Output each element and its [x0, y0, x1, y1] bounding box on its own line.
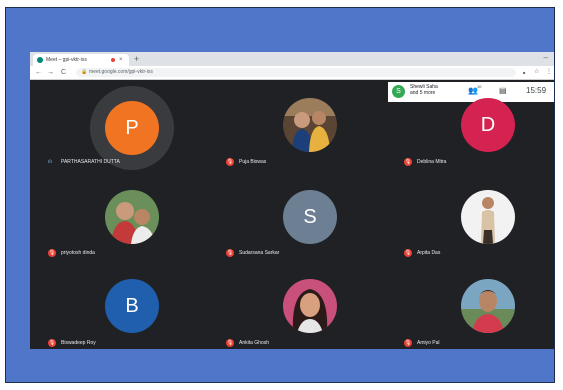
- extension-icon[interactable]: ■: [523, 66, 525, 79]
- address-bar[interactable]: 🔒 meet.google.com/gpi-vktr-ixs: [76, 68, 516, 77]
- participant-name: Amiyo Pal: [417, 340, 440, 346]
- mic-off-icon: 🎙: [226, 158, 234, 166]
- participant-name: Sudarsana Sarkar: [239, 250, 280, 256]
- lock-icon: 🔒: [81, 69, 88, 75]
- mic-off-icon: 🎙: [48, 249, 56, 257]
- mic-off-icon: 🎙: [404, 339, 412, 347]
- chat-icon[interactable]: ▤: [499, 85, 507, 97]
- participant-name: Puja Biswas: [239, 159, 267, 165]
- avatar-ankita-ghosh: [283, 279, 337, 333]
- photo-woman-standing-icon: [461, 190, 515, 244]
- forward-arrow-icon[interactable]: →: [47, 66, 54, 79]
- mic-off-icon: 🎙: [226, 339, 234, 347]
- avatar-puja-biswas: [283, 98, 337, 152]
- star-icon[interactable]: ☆: [534, 66, 539, 79]
- meeting-clock: 15:59: [526, 86, 547, 95]
- presenters-label: Shewli Saha and 5 more: [410, 84, 460, 96]
- participant-name: Deblina Mitra: [417, 159, 447, 165]
- browser-toolbar: ← → C 🔒 meet.google.com/gpi-vktr-ixs ■ ☆…: [30, 66, 554, 80]
- back-arrow-icon[interactable]: ←: [35, 66, 42, 79]
- participant-name: Arpita Das: [417, 250, 441, 256]
- participant-name: priyotosh dinda: [61, 250, 95, 256]
- tab-strip: Meet – gpi-vktr-ixs × + –: [30, 52, 554, 66]
- avatar-biswadeep-roy: B: [105, 279, 159, 333]
- reload-icon[interactable]: C: [61, 66, 66, 79]
- mic-off-icon: 🎙: [48, 339, 56, 347]
- participant-name: Biswadeep Roy: [61, 340, 96, 346]
- new-tab-button[interactable]: +: [134, 52, 139, 66]
- tab-title: Meet – gpi-vktr-ixs: [46, 57, 87, 63]
- url-text: meet.google.com/gpi-vktr-ixs: [89, 69, 153, 75]
- window-minimize-button[interactable]: –: [544, 52, 548, 64]
- meet-top-bar: S Shewli Saha and 5 more 👥 10 ▤ 15:59: [388, 82, 554, 102]
- presenter-avatar: S: [392, 85, 405, 98]
- mic-off-icon: 🎙: [404, 249, 412, 257]
- avatar-sudarsana-sarkar: S: [283, 190, 337, 244]
- participants-count: 10: [477, 84, 482, 89]
- meet-favicon-icon: [37, 57, 43, 63]
- speaking-icon: ılı: [48, 159, 52, 165]
- browser-menu-icon[interactable]: ⋮: [546, 66, 552, 79]
- photo-man-portrait-icon: [461, 279, 515, 333]
- avatar-arpita-das: [461, 190, 515, 244]
- participant-name: Ankita Ghosh: [239, 340, 270, 346]
- avatar-deblina-mitra: D: [461, 98, 515, 152]
- presenters-line-2: and 5 more: [410, 90, 436, 96]
- photo-children-icon: [105, 190, 159, 244]
- photo-woman-portrait-icon: [283, 279, 337, 333]
- participant-name: PARTHASARATHI DUTTA: [61, 159, 120, 165]
- browser-window: Meet – gpi-vktr-ixs × + – ← → C 🔒 meet.g…: [30, 52, 554, 349]
- tab-close-icon[interactable]: ×: [119, 54, 123, 66]
- avatar-amiyo-pal: [461, 279, 515, 333]
- avatar-parthasarathi: P: [105, 101, 159, 155]
- mic-off-icon: 🎙: [404, 158, 412, 166]
- avatar-priyotosh-dinda: [105, 190, 159, 244]
- recording-dot-icon: [111, 58, 115, 62]
- tab-meet[interactable]: Meet – gpi-vktr-ixs ×: [33, 54, 129, 66]
- photo-couple-icon: [283, 98, 337, 152]
- mic-off-icon: 🎙: [226, 249, 234, 257]
